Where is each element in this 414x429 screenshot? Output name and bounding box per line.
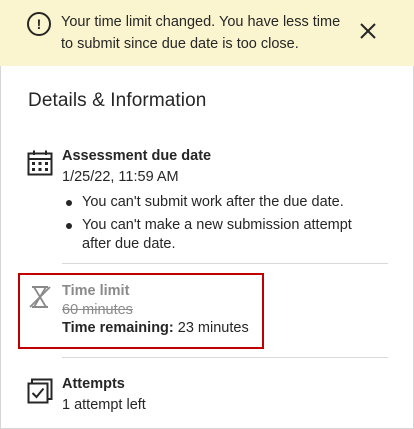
time-remaining-value: 23 minutes xyxy=(177,320,249,336)
attempts-checkbox-icon xyxy=(27,378,53,409)
time-limit-changed-banner: ! Your time limit changed. You have less… xyxy=(0,0,414,66)
hourglass-disabled-icon xyxy=(29,285,51,314)
time-remaining-label: Time remaining: xyxy=(62,320,174,336)
calendar-icon xyxy=(27,150,53,181)
divider xyxy=(62,357,388,358)
time-limit-label: Time limit xyxy=(62,283,130,299)
due-date-value: 1/25/22, 11:59 AM xyxy=(62,169,179,185)
time-limit-old-value: 60 minutes xyxy=(62,302,133,318)
bullet xyxy=(66,200,72,206)
attempts-value: 1 attempt left xyxy=(62,397,146,413)
exclamation-circle-icon: ! xyxy=(27,12,51,36)
due-date-label: Assessment due date xyxy=(62,148,212,164)
banner-message: Your time limit changed. You have less t… xyxy=(61,14,341,52)
bullet xyxy=(66,223,72,229)
time-remaining: Time remaining: 23 minutes xyxy=(62,320,249,336)
attempts-label: Attempts xyxy=(62,376,125,392)
list-item: You can't make a new submission attempt … xyxy=(62,216,382,254)
due-date-notes: You can't submit work after the due date… xyxy=(62,193,382,258)
close-icon[interactable] xyxy=(355,18,381,44)
time-limit-highlight xyxy=(18,273,264,349)
list-item: You can't submit work after the due date… xyxy=(62,193,382,212)
divider xyxy=(62,263,388,264)
section-title: Details & Information xyxy=(28,90,207,111)
